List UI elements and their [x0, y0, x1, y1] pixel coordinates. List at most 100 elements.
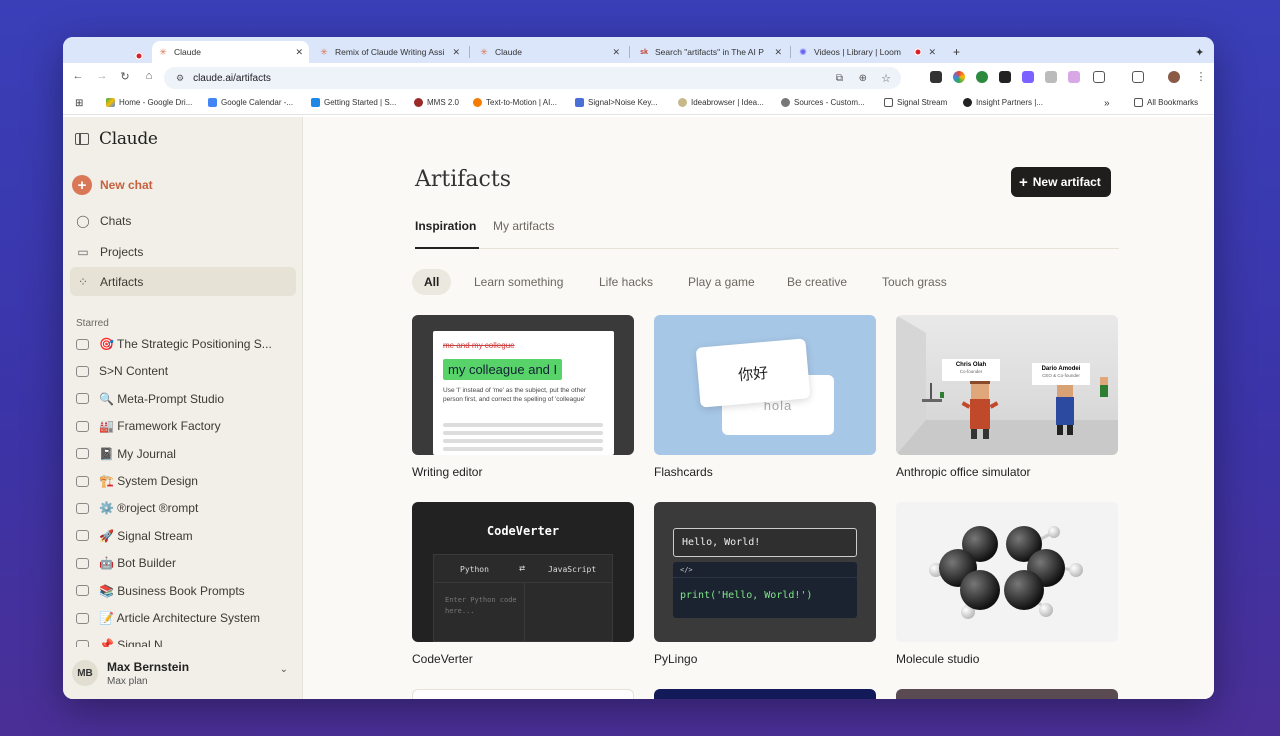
- sidebar-item-label: Projects: [100, 244, 144, 259]
- extension-icon[interactable]: [1022, 71, 1034, 83]
- gemini-button[interactable]: ✦: [1189, 41, 1210, 63]
- zoom-icon[interactable]: ⊕: [859, 73, 867, 84]
- close-tab-icon[interactable]: ✕: [612, 47, 620, 58]
- extension-icon[interactable]: [976, 71, 988, 83]
- browser-tab-remix[interactable]: ✳ Remix of Claude Writing Assi ✕: [313, 41, 466, 63]
- starred-item[interactable]: 🎯 The Strategic Positioning S...: [76, 337, 272, 351]
- filter-be-creative[interactable]: Be creative: [775, 269, 859, 295]
- correction-hint: Use 'I' instead of 'me' as the subject, …: [443, 387, 586, 403]
- bookmark-label: Text-to-Motion | AI...: [486, 98, 557, 107]
- chat-icon: [76, 475, 89, 487]
- new-chat-button[interactable]: + New chat: [72, 175, 153, 195]
- new-tab-button[interactable]: +: [947, 41, 966, 63]
- starred-item[interactable]: 🤖 Bot Builder: [76, 556, 176, 570]
- sidebar-item-projects[interactable]: ▭ Projects: [70, 237, 296, 266]
- back-button[interactable]: ←: [70, 70, 86, 82]
- artifact-card-flashcards[interactable]: hola 你好 Flashcards: [654, 315, 876, 479]
- bookmark-item[interactable]: Insight Partners |...: [963, 98, 1043, 107]
- browser-tab-claude[interactable]: ✳ Claude ✕: [473, 41, 626, 63]
- close-tab-icon[interactable]: ✕: [928, 47, 936, 58]
- bookmark-item[interactable]: Google Calendar -...: [208, 98, 293, 107]
- sidebar: Claude + New chat ◯ Chats ▭ Projects ⁘ A…: [63, 117, 303, 699]
- chat-bubble-icon: ◯: [76, 213, 90, 228]
- tab-my-artifacts[interactable]: My artifacts: [493, 219, 554, 249]
- bookmark-item[interactable]: Signal>Noise Key...: [575, 98, 657, 107]
- bookmark-item[interactable]: Getting Started | S...: [311, 98, 396, 107]
- browser-tab-loom[interactable]: ✺ Videos | Library | Loom ✕: [792, 41, 942, 63]
- starred-item[interactable]: ⚙️ ®roject ®rompt: [76, 501, 198, 515]
- user-menu[interactable]: MB Max Bernstein Max plan ⌄: [70, 647, 302, 699]
- extension-icon[interactable]: [1068, 71, 1080, 83]
- bookmark-star-icon[interactable]: ☆: [881, 72, 891, 85]
- artifact-card-partial[interactable]: [896, 689, 1118, 699]
- menu-button[interactable]: ⋮: [1193, 70, 1209, 83]
- starred-item[interactable]: 🏗️ System Design: [76, 474, 198, 488]
- extension-icon[interactable]: [930, 71, 942, 83]
- bookmark-item[interactable]: Text-to-Motion | AI...: [473, 98, 557, 107]
- sidebar-item-chats[interactable]: ◯ Chats: [70, 206, 296, 235]
- filter-all[interactable]: All: [412, 269, 452, 295]
- forward-button[interactable]: →: [94, 70, 110, 82]
- extension-icon[interactable]: [953, 71, 965, 83]
- filter-play-a-game[interactable]: Play a game: [676, 269, 767, 295]
- bookmark-item[interactable]: MMS 2.0: [414, 98, 459, 107]
- starred-item[interactable]: 🏭 Framework Factory: [76, 419, 221, 433]
- artifact-card-codeverter[interactable]: CodeVerter Python ⇄ JavaScript Enter Pyt…: [412, 502, 634, 666]
- url-text: claude.ai/artifacts: [193, 72, 271, 84]
- bookmark-folder[interactable]: Signal Stream: [884, 98, 947, 107]
- search-tabs-icon[interactable]: [1132, 71, 1144, 83]
- more-bookmarks-button[interactable]: »: [1104, 98, 1110, 109]
- close-tab-icon[interactable]: ✕: [295, 47, 303, 58]
- artifact-card-molecule-studio[interactable]: Molecule studio: [896, 502, 1118, 666]
- starred-item[interactable]: 📚 Business Book Prompts: [76, 584, 245, 598]
- apps-grid-icon: ⊞: [75, 98, 84, 109]
- bookmark-item[interactable]: Sources - Custom...: [781, 98, 865, 107]
- filter-label: Play a game: [688, 275, 755, 289]
- bookmark-item[interactable]: Home - Google Dri...: [106, 98, 192, 107]
- office-scene-illustration: [896, 315, 1118, 455]
- starred-item[interactable]: 📓 My Journal: [76, 447, 176, 461]
- site-info-icon[interactable]: ⚙: [176, 73, 184, 84]
- filter-learn-something[interactable]: Learn something: [462, 269, 575, 295]
- starred-item-label: 🤖 Bot Builder: [99, 556, 176, 571]
- bookmark-favicon-icon: [311, 98, 320, 107]
- starred-item[interactable]: 🚀 Signal Stream: [76, 529, 193, 543]
- artifact-card-partial[interactable]: [412, 689, 634, 699]
- claude-favicon-icon: ✳: [159, 46, 167, 57]
- close-tab-icon[interactable]: ✕: [452, 47, 460, 58]
- sidebar-toggle-icon[interactable]: [75, 133, 89, 145]
- user-plan: Max plan: [107, 675, 148, 687]
- filter-touch-grass[interactable]: Touch grass: [870, 269, 959, 295]
- close-tab-icon[interactable]: ✕: [774, 47, 782, 58]
- sidebar-item-artifacts[interactable]: ⁘ Artifacts: [70, 267, 296, 296]
- folder-icon: [1134, 98, 1143, 107]
- puzzle-icon[interactable]: [1093, 71, 1105, 83]
- reload-button[interactable]: ↻: [117, 70, 133, 83]
- browser-tab-claude-active[interactable]: ✳ Claude ✕: [152, 41, 309, 63]
- filter-life-hacks[interactable]: Life hacks: [587, 269, 665, 295]
- starred-item-label: 📝 Article Architecture System: [99, 611, 260, 625]
- all-bookmarks-button[interactable]: All Bookmarks: [1134, 98, 1198, 107]
- cast-icon[interactable]: ⧉: [836, 73, 843, 84]
- tab-inspiration[interactable]: Inspiration: [415, 219, 479, 249]
- starred-item-label: 🏗️ System Design: [99, 474, 198, 488]
- extension-icon[interactable]: [999, 71, 1011, 83]
- browser-tab-search[interactable]: sk Search "artifacts" in The AI P ✕: [633, 41, 788, 63]
- address-bar[interactable]: ⚙ claude.ai/artifacts ⧉ ⊕ ☆: [164, 67, 901, 89]
- apps-button[interactable]: ⊞: [75, 98, 83, 109]
- source-language: Python: [460, 565, 489, 574]
- artifact-card-partial[interactable]: [654, 689, 876, 699]
- home-button[interactable]: ⌂: [141, 70, 157, 82]
- profile-avatar-icon[interactable]: [1168, 71, 1180, 83]
- bookmark-label: All Bookmarks: [1147, 98, 1199, 107]
- artifact-card-office-simulator[interactable]: Chris Olah Co-founder Dario Amodei CEO &…: [896, 315, 1118, 479]
- starred-item[interactable]: 📝 Article Architecture System: [76, 611, 260, 625]
- starred-item[interactable]: S>N Content: [76, 364, 168, 378]
- artifact-card-pylingo[interactable]: Hello, World! </> print('Hello, World!')…: [654, 502, 876, 666]
- bookmark-label: Getting Started | S...: [324, 98, 397, 107]
- starred-item[interactable]: 🔍 Meta-Prompt Studio: [76, 392, 224, 406]
- camera-icon[interactable]: [1045, 71, 1057, 83]
- bookmark-item[interactable]: Ideabrowser | Idea...: [678, 98, 764, 107]
- artifact-card-writing-editor[interactable]: me and my collegue my colleague and I Us…: [412, 315, 634, 479]
- new-artifact-button[interactable]: + New artifact: [1011, 167, 1111, 197]
